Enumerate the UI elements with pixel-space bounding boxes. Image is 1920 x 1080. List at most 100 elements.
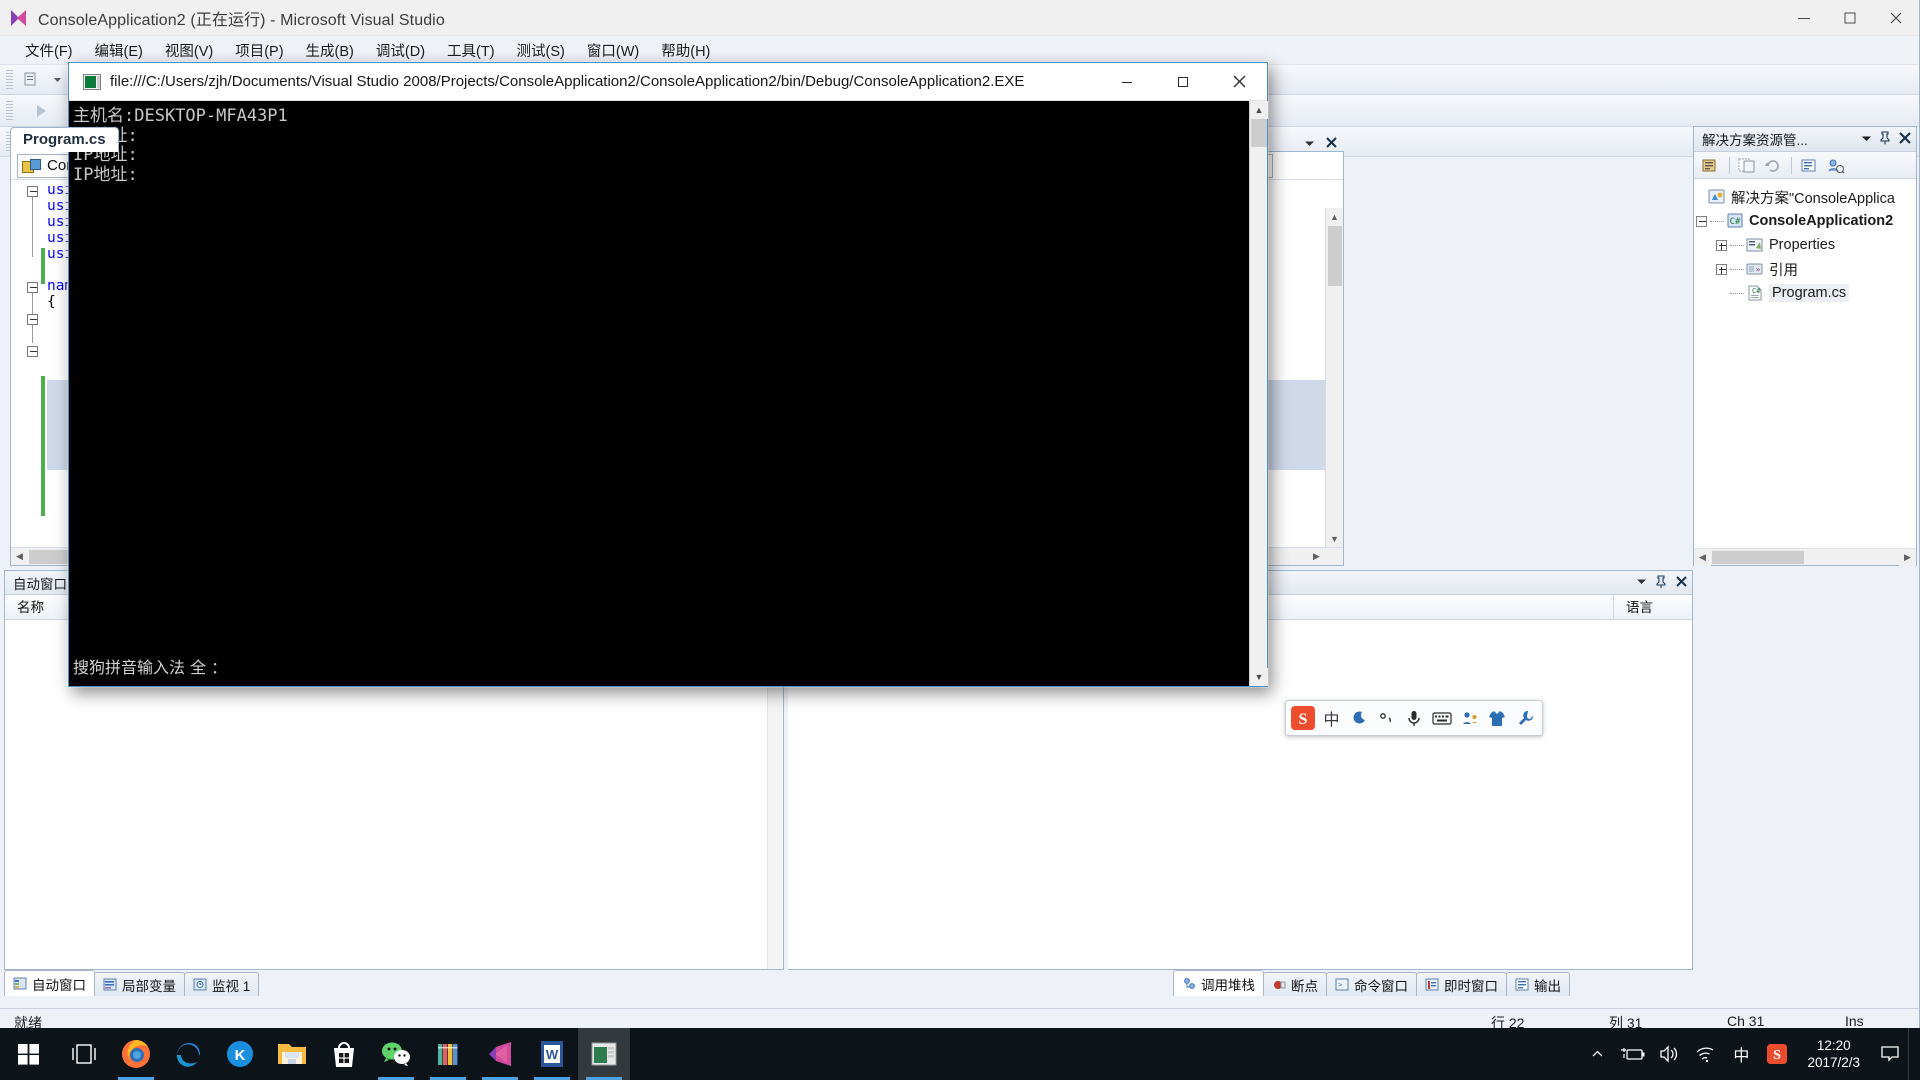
vs-minimize-button[interactable] xyxy=(1781,0,1827,36)
editor-vertical-scrollbar[interactable]: ▲ ▼ xyxy=(1325,208,1343,547)
class-view-icon[interactable] xyxy=(1824,155,1847,176)
menu-tools[interactable]: 工具(T) xyxy=(436,38,506,63)
notification-icon[interactable] xyxy=(1872,1028,1908,1080)
tab-command-window[interactable]: > 命令窗口 xyxy=(1326,972,1417,996)
soft-keyboard-icon[interactable] xyxy=(1428,703,1456,733)
solution-explorer-dropdown-icon[interactable] xyxy=(1861,132,1872,147)
menu-window[interactable]: 窗口(W) xyxy=(576,38,650,63)
scroll-left-icon[interactable]: ◀ xyxy=(11,548,28,565)
tab-output[interactable]: 输出 xyxy=(1506,972,1570,996)
console-scroll-up-icon[interactable]: ▲ xyxy=(1250,101,1268,119)
console-vscroll-thumb[interactable] xyxy=(1250,119,1267,147)
console-maximize-button[interactable] xyxy=(1155,63,1211,101)
menu-file[interactable]: 文件(F) xyxy=(14,38,84,63)
skin-icon[interactable] xyxy=(1484,703,1512,733)
pane-pin-icon[interactable] xyxy=(1655,574,1667,591)
tabstrip-close-icon[interactable] xyxy=(1325,136,1338,152)
pane-close-icon[interactable] xyxy=(1675,575,1688,591)
volume-icon[interactable] xyxy=(1651,1028,1687,1080)
taskbar-item-visual-studio[interactable] xyxy=(474,1028,526,1080)
tab-breakpoints[interactable]: 断点 xyxy=(1263,972,1327,996)
menu-build[interactable]: 生成(B) xyxy=(295,38,365,63)
editor-vscroll-thumb[interactable] xyxy=(1327,226,1342,286)
taskbar-item-firefox[interactable] xyxy=(110,1028,162,1080)
outline-collapse-2[interactable] xyxy=(27,282,38,293)
taskbar-item-kingsoft[interactable]: K xyxy=(214,1028,266,1080)
tree-node-project[interactable]: C# ConsoleApplication2 xyxy=(1694,209,1916,233)
scroll-left-icon[interactable]: ◀ xyxy=(1694,548,1711,566)
start-button[interactable] xyxy=(0,1028,58,1080)
refresh-icon[interactable] xyxy=(1762,155,1785,176)
console-scroll-track[interactable] xyxy=(1250,119,1267,668)
taskbar-item-edge[interactable] xyxy=(162,1028,214,1080)
taskbar-item-microsoft-store[interactable] xyxy=(318,1028,370,1080)
console-output-area[interactable]: 主机名:DESKTOP-MFA43P1 IP地址: IP地址: IP地址: 搜狗… xyxy=(69,101,1268,686)
wifi-icon[interactable] xyxy=(1687,1028,1723,1080)
show-all-files-icon[interactable] xyxy=(1736,155,1759,176)
menu-view[interactable]: 视图(V) xyxy=(154,38,224,63)
new-project-icon[interactable] xyxy=(18,68,44,92)
task-view-button[interactable] xyxy=(58,1028,110,1080)
scroll-down-icon[interactable]: ▼ xyxy=(1326,530,1343,547)
tray-chevron-up-icon[interactable] xyxy=(1579,1028,1615,1080)
tab-watch-1[interactable]: 监视 1 xyxy=(184,972,260,996)
menu-debug[interactable]: 调试(D) xyxy=(365,38,436,63)
view-code-icon[interactable] xyxy=(1798,155,1821,176)
sogou-tray-icon[interactable]: S xyxy=(1759,1028,1795,1080)
tree-expander-plus-icon[interactable] xyxy=(1716,263,1727,275)
taskbar-item-file-explorer[interactable] xyxy=(266,1028,318,1080)
tab-locals[interactable]: 局部变量 xyxy=(94,972,185,996)
pane-dropdown-icon[interactable] xyxy=(1636,575,1647,590)
tab-program-cs[interactable]: Program.cs xyxy=(10,127,119,152)
tabstrip-dropdown-icon[interactable] xyxy=(1304,137,1315,152)
console-titlebar[interactable]: file:///C:/Users/zjh/Documents/Visual St… xyxy=(69,63,1267,101)
solution-hscroll-thumb[interactable] xyxy=(1712,550,1804,564)
tree-node-solution[interactable]: 解决方案"ConsoleApplica xyxy=(1694,185,1916,209)
tree-expander-minus-icon[interactable] xyxy=(1696,215,1707,227)
outline-collapse-3[interactable] xyxy=(27,314,38,325)
scroll-right-icon[interactable]: ▶ xyxy=(1308,548,1325,565)
tree-node-program-cs[interactable]: C# Program.cs xyxy=(1694,281,1916,305)
voice-input-icon[interactable] xyxy=(1401,703,1429,733)
solution-explorer-close-icon[interactable] xyxy=(1898,131,1912,148)
console-vertical-scrollbar[interactable]: ▲ ▼ xyxy=(1249,101,1268,686)
taskbar-item-word[interactable]: W xyxy=(526,1028,578,1080)
scroll-right-icon[interactable]: ▶ xyxy=(1899,548,1916,566)
outline-collapse-4[interactable] xyxy=(27,346,38,357)
continue-button[interactable] xyxy=(28,99,54,123)
tree-node-references[interactable]: » 引用 xyxy=(1694,257,1916,281)
taskbar-item-wechat[interactable] xyxy=(370,1028,422,1080)
fullwidth-icon[interactable] xyxy=(1373,703,1401,733)
console-minimize-button[interactable] xyxy=(1099,63,1155,101)
tab-autos[interactable]: 自动窗口 xyxy=(4,970,95,996)
settings-wrench-icon[interactable] xyxy=(1511,703,1539,733)
solution-explorer-pin-icon[interactable] xyxy=(1879,130,1891,148)
tree-node-properties[interactable]: Properties xyxy=(1694,233,1916,257)
moon-icon[interactable] xyxy=(1345,703,1373,733)
toolbar-grip[interactable] xyxy=(6,69,13,90)
menu-help[interactable]: 帮助(H) xyxy=(650,38,721,63)
chinese-mode-icon[interactable]: 中 xyxy=(1318,703,1346,733)
scroll-up-icon[interactable]: ▲ xyxy=(1326,208,1343,225)
console-scroll-down-icon[interactable]: ▼ xyxy=(1250,668,1268,686)
tab-immediate-window[interactable]: 即时窗口 xyxy=(1416,972,1507,996)
menu-edit[interactable]: 编辑(E) xyxy=(84,38,154,63)
properties-window-icon[interactable] xyxy=(1700,155,1723,176)
taskbar-item-books[interactable] xyxy=(422,1028,474,1080)
vs-maximize-button[interactable] xyxy=(1827,0,1873,36)
vs-close-button[interactable] xyxy=(1873,0,1919,36)
solution-explorer-hscrollbar[interactable]: ◀ ▶ xyxy=(1694,548,1916,566)
outline-collapse-1[interactable] xyxy=(27,186,38,197)
solution-tree[interactable]: 解决方案"ConsoleApplica C# ConsoleApplicatio… xyxy=(1694,180,1916,543)
tree-expander-plus-icon[interactable] xyxy=(1716,239,1727,251)
sogou-logo-icon[interactable]: S xyxy=(1289,703,1318,733)
show-desktop-button[interactable] xyxy=(1908,1028,1916,1080)
callstack-col-lang[interactable]: 语言 xyxy=(1614,595,1692,620)
taskbar-clock[interactable]: 12:20 2017/2/3 xyxy=(1795,1037,1872,1071)
new-project-dropdown-icon[interactable] xyxy=(44,68,70,92)
ime-mode-icon[interactable]: 中 xyxy=(1723,1028,1759,1080)
tab-callstack[interactable]: 调用堆栈 xyxy=(1173,970,1264,996)
console-close-button[interactable] xyxy=(1211,63,1267,101)
debug-toolbar-grip[interactable] xyxy=(6,100,13,121)
menu-test[interactable]: 测试(S) xyxy=(506,38,576,63)
